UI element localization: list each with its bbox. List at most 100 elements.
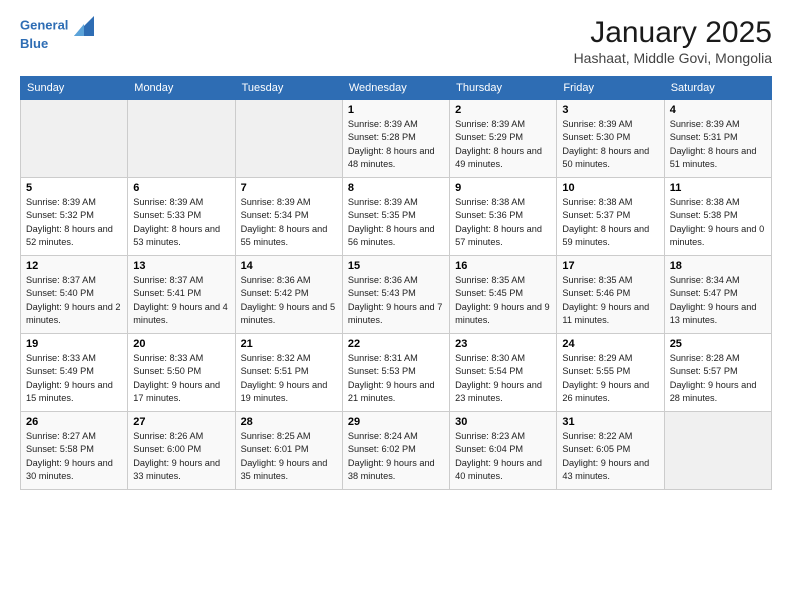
day-number: 12 [26,260,122,272]
table-row: 17 Sunrise: 8:35 AM Sunset: 5:46 PM Dayli… [557,256,664,334]
table-row: 1 Sunrise: 8:39 AM Sunset: 5:28 PM Daylig… [342,100,449,178]
table-row: 13 Sunrise: 8:37 AM Sunset: 5:41 PM Dayli… [128,256,235,334]
day-info: Sunrise: 8:38 AM Sunset: 5:38 PM Dayligh… [670,196,766,249]
table-row: 8 Sunrise: 8:39 AM Sunset: 5:35 PM Daylig… [342,178,449,256]
day-info: Sunrise: 8:39 AM Sunset: 5:35 PM Dayligh… [348,196,444,249]
col-friday: Friday [557,77,664,100]
day-info: Sunrise: 8:39 AM Sunset: 5:32 PM Dayligh… [26,196,122,249]
table-row: 31 Sunrise: 8:22 AM Sunset: 6:05 PM Dayli… [557,412,664,490]
table-row: 11 Sunrise: 8:38 AM Sunset: 5:38 PM Dayli… [664,178,771,256]
day-info: Sunrise: 8:25 AM Sunset: 6:01 PM Dayligh… [241,430,337,483]
title-block: January 2025 Hashaat, Middle Govi, Mongo… [574,16,772,66]
day-info: Sunrise: 8:27 AM Sunset: 5:58 PM Dayligh… [26,430,122,483]
table-row: 25 Sunrise: 8:28 AM Sunset: 5:57 PM Dayli… [664,334,771,412]
day-info: Sunrise: 8:39 AM Sunset: 5:31 PM Dayligh… [670,118,766,171]
day-info: Sunrise: 8:36 AM Sunset: 5:43 PM Dayligh… [348,274,444,327]
logo-icon [74,16,94,36]
table-row: 14Sunrise: 8:36 AM Sunset: 5:42 PM Dayli… [235,256,342,334]
day-info: Sunrise: 8:22 AM Sunset: 6:05 PM Dayligh… [562,430,658,483]
day-info: Sunrise: 8:39 AM Sunset: 5:34 PM Dayligh… [241,196,337,249]
table-row: 20 Sunrise: 8:33 AM Sunset: 5:50 PM Dayli… [128,334,235,412]
day-info: Sunrise: 8:26 AM Sunset: 6:00 PM Dayligh… [133,430,229,483]
day-number: 18 [670,260,766,272]
day-number: 30 [455,416,551,428]
day-number: 29 [348,416,444,428]
table-row [235,100,342,178]
calendar-table: Sunday Monday Tuesday Wednesday Thursday… [20,76,772,490]
table-row: 24 Sunrise: 8:29 AM Sunset: 5:55 PM Dayli… [557,334,664,412]
table-row: 18 Sunrise: 8:34 AM Sunset: 5:47 PM Dayli… [664,256,771,334]
day-info: Sunrise: 8:29 AM Sunset: 5:55 PM Dayligh… [562,352,658,405]
location-subtitle: Hashaat, Middle Govi, Mongolia [574,50,772,66]
table-row: 29 Sunrise: 8:24 AM Sunset: 6:02 PM Dayli… [342,412,449,490]
table-row: 21Sunrise: 8:32 AM Sunset: 5:51 PM Dayli… [235,334,342,412]
day-info: Sunrise: 8:37 AM Sunset: 5:40 PM Dayligh… [26,274,122,327]
table-row: 28 Sunrise: 8:25 AM Sunset: 6:01 PM Dayli… [235,412,342,490]
day-info: Sunrise: 8:30 AM Sunset: 5:54 PM Dayligh… [455,352,551,405]
day-number: 7 [241,182,337,194]
col-tuesday: Tuesday [235,77,342,100]
day-info: Sunrise: 8:28 AM Sunset: 5:57 PM Dayligh… [670,352,766,405]
table-row: 5 Sunrise: 8:39 AM Sunset: 5:32 PM Daylig… [21,178,128,256]
table-row: 3Sunrise: 8:39 AM Sunset: 5:30 PM Daylig… [557,100,664,178]
day-number: 3 [562,104,658,116]
table-row [664,412,771,490]
table-row: 26 Sunrise: 8:27 AM Sunset: 5:58 PM Dayli… [21,412,128,490]
table-row: 4 Sunrise: 8:39 AM Sunset: 5:31 PM Daylig… [664,100,771,178]
header: General Blue January 2025 Hashaat, Middl… [20,16,772,66]
day-number: 11 [670,182,766,194]
month-title: January 2025 [574,16,772,50]
day-number: 17 [562,260,658,272]
table-row: 30 Sunrise: 8:23 AM Sunset: 6:04 PM Dayli… [450,412,557,490]
table-row: 10Sunrise: 8:38 AM Sunset: 5:37 PM Dayli… [557,178,664,256]
table-row: 22 Sunrise: 8:31 AM Sunset: 5:53 PM Dayli… [342,334,449,412]
day-number: 10 [562,182,658,194]
day-number: 5 [26,182,122,194]
table-row [21,100,128,178]
day-number: 16 [455,260,551,272]
table-row: 27 Sunrise: 8:26 AM Sunset: 6:00 PM Dayli… [128,412,235,490]
day-number: 28 [241,416,337,428]
day-number: 24 [562,338,658,350]
table-row: 6 Sunrise: 8:39 AM Sunset: 5:33 PM Daylig… [128,178,235,256]
day-info: Sunrise: 8:33 AM Sunset: 5:49 PM Dayligh… [26,352,122,405]
page: General Blue January 2025 Hashaat, Middl… [0,0,792,612]
day-info: Sunrise: 8:39 AM Sunset: 5:29 PM Dayligh… [455,118,551,171]
table-row: 12 Sunrise: 8:37 AM Sunset: 5:40 PM Dayli… [21,256,128,334]
table-row: 9 Sunrise: 8:38 AM Sunset: 5:36 PM Daylig… [450,178,557,256]
day-number: 6 [133,182,229,194]
day-info: Sunrise: 8:24 AM Sunset: 6:02 PM Dayligh… [348,430,444,483]
day-number: 20 [133,338,229,350]
table-row: 19Sunrise: 8:33 AM Sunset: 5:49 PM Dayli… [21,334,128,412]
day-info: Sunrise: 8:38 AM Sunset: 5:36 PM Dayligh… [455,196,551,249]
day-info: Sunrise: 8:37 AM Sunset: 5:41 PM Dayligh… [133,274,229,327]
day-info: Sunrise: 8:34 AM Sunset: 5:47 PM Dayligh… [670,274,766,327]
table-row: 16 Sunrise: 8:35 AM Sunset: 5:45 PM Dayli… [450,256,557,334]
day-number: 15 [348,260,444,272]
logo-text: General Blue [20,16,94,52]
day-number: 31 [562,416,658,428]
col-sunday: Sunday [21,77,128,100]
day-info: Sunrise: 8:33 AM Sunset: 5:50 PM Dayligh… [133,352,229,405]
day-number: 27 [133,416,229,428]
col-monday: Monday [128,77,235,100]
day-info: Sunrise: 8:39 AM Sunset: 5:33 PM Dayligh… [133,196,229,249]
table-row [128,100,235,178]
day-number: 8 [348,182,444,194]
day-number: 25 [670,338,766,350]
day-number: 22 [348,338,444,350]
day-number: 4 [670,104,766,116]
day-info: Sunrise: 8:31 AM Sunset: 5:53 PM Dayligh… [348,352,444,405]
day-number: 1 [348,104,444,116]
table-row: 23Sunrise: 8:30 AM Sunset: 5:54 PM Dayli… [450,334,557,412]
day-number: 13 [133,260,229,272]
day-info: Sunrise: 8:23 AM Sunset: 6:04 PM Dayligh… [455,430,551,483]
table-row: 2Sunrise: 8:39 AM Sunset: 5:29 PM Daylig… [450,100,557,178]
day-info: Sunrise: 8:35 AM Sunset: 5:46 PM Dayligh… [562,274,658,327]
day-info: Sunrise: 8:35 AM Sunset: 5:45 PM Dayligh… [455,274,551,327]
day-info: Sunrise: 8:39 AM Sunset: 5:28 PM Dayligh… [348,118,444,171]
day-info: Sunrise: 8:32 AM Sunset: 5:51 PM Dayligh… [241,352,337,405]
day-number: 26 [26,416,122,428]
col-wednesday: Wednesday [342,77,449,100]
day-number: 9 [455,182,551,194]
